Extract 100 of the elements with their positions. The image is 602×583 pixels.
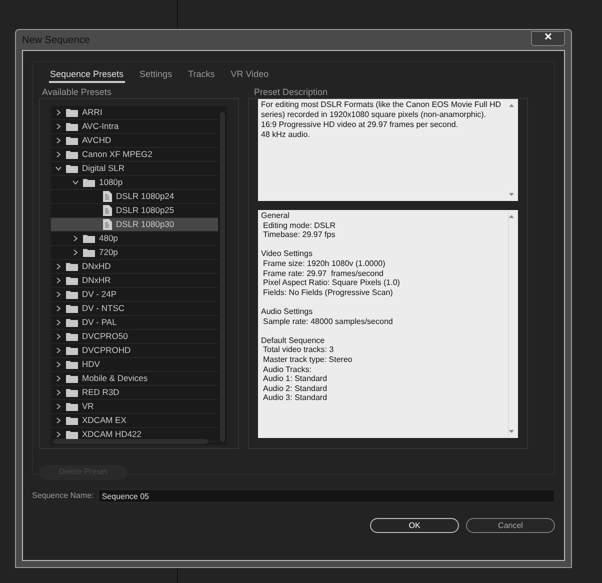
tree-row[interactable]: DV - PAL [51, 316, 218, 330]
tab[interactable]: Settings [138, 68, 174, 83]
tree-row[interactable]: HDV [51, 358, 218, 372]
tree-row[interactable]: Canon XF MPEG2 [51, 148, 218, 162]
summary-line: Frame rate: 29.97 frames/second [262, 268, 384, 278]
tab[interactable]: Sequence Presets [49, 68, 125, 83]
sequence-name-label: Sequence Name: [32, 490, 94, 502]
tree-item-label: RED R3D [82, 386, 120, 399]
horizontal-scrollbar[interactable] [53, 439, 208, 444]
scroll-down-icon[interactable] [509, 430, 514, 433]
summary-line: Audio 3: Standard [262, 393, 328, 403]
chevron-down-icon[interactable] [72, 179, 79, 186]
folder-icon [66, 304, 78, 313]
scroll-up-icon[interactable] [509, 215, 514, 218]
tree-row[interactable]: DV - 24P [51, 288, 218, 302]
preset-file-icon [103, 205, 112, 216]
summary-line: Timebase: 29.97 fps [262, 230, 336, 240]
chevron-right-icon[interactable] [55, 347, 62, 354]
summary-heading: Audio Settings [261, 306, 313, 317]
chevron-right-icon[interactable] [55, 403, 62, 410]
tree-item-label: 1080p [99, 176, 123, 189]
sequence-name-field[interactable]: Sequence 05 [98, 489, 555, 503]
chevron-right-icon[interactable] [72, 249, 79, 256]
folder-icon [83, 234, 95, 243]
summary-heading: General [261, 211, 290, 221]
summary-line: Master track type: Stereo [262, 354, 352, 364]
summary-line: Total video tracks: 3 [262, 345, 334, 355]
summary-heading: Video Settings [261, 249, 312, 259]
window-title: New Sequence [22, 34, 90, 48]
tree-row[interactable]: 720p [51, 246, 218, 260]
chevron-right-icon[interactable] [55, 277, 62, 284]
scroll-up-icon[interactable] [509, 104, 514, 107]
chevron-right-icon[interactable] [55, 137, 62, 144]
tree-row[interactable]: Mobile & Devices [51, 372, 218, 386]
summary-line: Audio Tracks: [262, 364, 312, 374]
tree-row[interactable]: DSLR 1080p24 [51, 190, 218, 204]
tree-row[interactable]: AVC-Intra [51, 120, 218, 134]
chevron-down-icon[interactable] [55, 165, 62, 172]
tree-row[interactable]: XDCAM EX [51, 414, 218, 428]
folder-icon [83, 178, 95, 187]
tree-item-label: DVCPROHD [82, 344, 131, 357]
tab[interactable]: Tracks [187, 68, 216, 83]
chevron-right-icon[interactable] [55, 333, 62, 340]
cancel-button[interactable]: Cancel [466, 518, 555, 533]
ok-button[interactable]: OK [370, 518, 459, 533]
summary-line: Audio 2: Standard [262, 384, 328, 394]
group-title: Preset Description [253, 86, 329, 98]
folder-icon [66, 262, 78, 271]
chevron-right-icon[interactable] [55, 417, 62, 424]
folder-icon [66, 346, 78, 355]
folder-icon [66, 388, 78, 397]
tree-item-label: DSLR 1080p24 [116, 190, 174, 203]
tree-item-label: Canon XF MPEG2 [82, 148, 152, 161]
tree-row[interactable]: Digital SLR [51, 162, 218, 176]
tree-row[interactable]: DVCPROHD [51, 344, 218, 358]
tab[interactable]: VR Video [230, 68, 270, 83]
folder-icon [83, 248, 95, 257]
chevron-right-icon[interactable] [55, 389, 62, 396]
tree-row[interactable]: 480p [51, 232, 218, 246]
tree-row[interactable]: RED R3D [51, 386, 218, 400]
chevron-right-icon[interactable] [55, 263, 62, 270]
tree-row[interactable]: DV - NTSC [51, 302, 218, 316]
tree-item-label: VR [82, 400, 94, 413]
chevron-right-icon[interactable] [55, 375, 62, 382]
chevron-right-icon[interactable] [55, 319, 62, 326]
tree-row[interactable]: 1080p [51, 176, 218, 190]
tree-item-label: DVCPRO50 [82, 330, 128, 343]
tree-item-label: AVCHD [82, 134, 112, 147]
group-title: Available Presets [41, 86, 112, 98]
tree-row[interactable]: DVCPRO50 [51, 330, 218, 344]
folder-icon [66, 332, 78, 341]
folder-icon [66, 122, 78, 131]
tree-item-label: HDV [82, 358, 100, 371]
tree-item-label: DNxHR [82, 274, 111, 287]
folder-icon [66, 108, 78, 117]
tree-item-label: ARRI [82, 106, 102, 119]
tree-row[interactable]: DSLR 1080p30 [51, 218, 218, 232]
chevron-right-icon[interactable] [55, 123, 62, 130]
scroll-down-icon[interactable] [509, 193, 514, 196]
tree-row[interactable]: DNxHR [51, 274, 218, 288]
chevron-right-icon[interactable] [55, 151, 62, 158]
tree-item-label: XDCAM EX [82, 414, 126, 427]
preset-file-icon [103, 191, 112, 202]
preset-file-icon [103, 219, 112, 230]
close-button[interactable]: ✕ [531, 30, 565, 46]
folder-icon [66, 318, 78, 327]
tree-row[interactable]: DNxHD [51, 260, 218, 274]
folder-icon [66, 374, 78, 383]
chevron-right-icon[interactable] [72, 235, 79, 242]
chevron-right-icon[interactable] [55, 109, 62, 116]
tree-row[interactable]: VR [51, 400, 218, 414]
tree-row[interactable]: AVCHD [51, 134, 218, 148]
summary-line: Pixel Aspect Ratio: Square Pixels (1.0) [262, 278, 400, 288]
tree-row[interactable]: ARRI [51, 106, 218, 120]
chevron-right-icon[interactable] [55, 431, 62, 438]
summary-heading: Default Sequence [261, 336, 325, 346]
chevron-right-icon[interactable] [55, 361, 62, 368]
chevron-right-icon[interactable] [55, 305, 62, 312]
tree-item-label: Digital SLR [82, 162, 125, 175]
chevron-right-icon[interactable] [55, 291, 62, 298]
